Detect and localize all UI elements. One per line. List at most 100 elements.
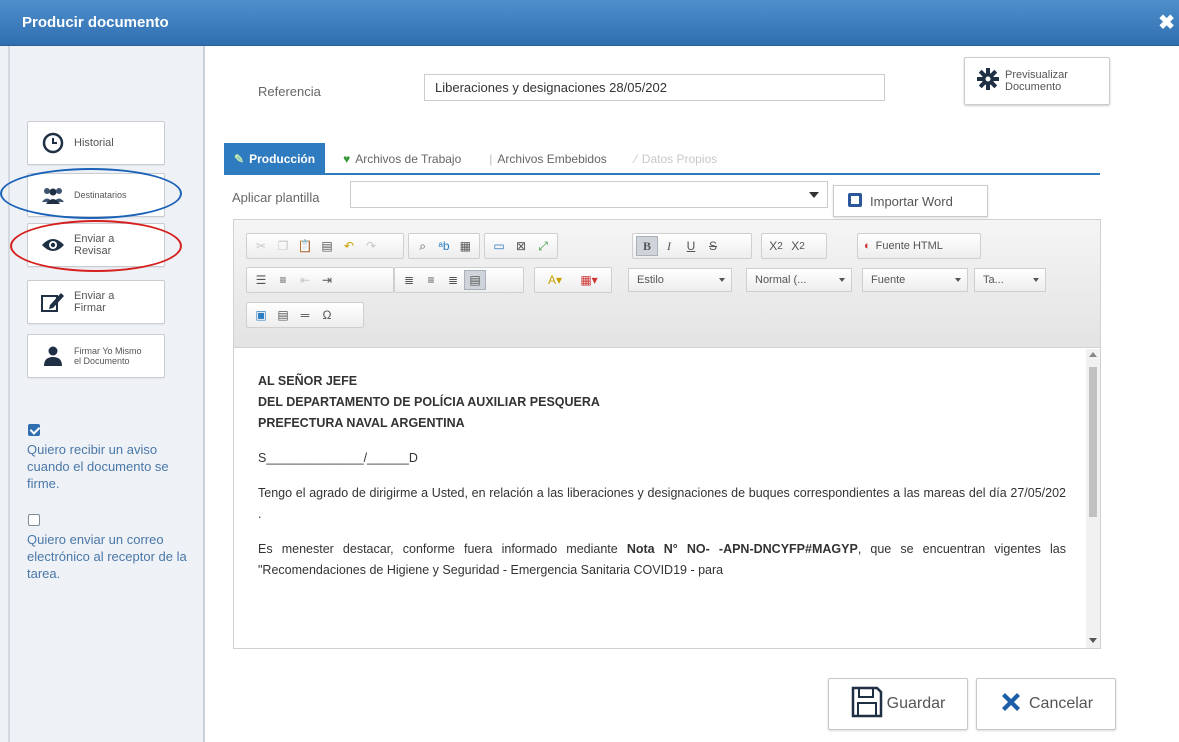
users-icon [38, 186, 68, 204]
align-group: ≣ ≡ ≣ ▤ [394, 267, 524, 293]
formato-select[interactable]: Normal (... [746, 268, 852, 292]
sidebar-item-label: Firmar Yo Mismo el Documento [74, 346, 142, 366]
cancel-button[interactable]: Cancelar [976, 678, 1116, 730]
table-icon[interactable]: ⊠ [510, 236, 532, 256]
tab-produccion[interactable]: ✎ Producción [224, 143, 326, 174]
underline-icon[interactable]: U [680, 236, 702, 256]
scroll-down-icon[interactable] [1089, 638, 1097, 643]
undo-icon[interactable]: ↶ [338, 236, 360, 256]
tamano-select[interactable]: Ta... [974, 268, 1046, 292]
numbered-list-icon[interactable]: ☰ [250, 270, 272, 290]
color-group: A▾ ▦▾ [534, 267, 612, 293]
doc-heading-2: DEL DEPARTAMENTO DE POLÍCIA AUXILIAR PES… [258, 395, 600, 409]
editor-scrollbar[interactable] [1086, 349, 1100, 648]
align-center-icon[interactable]: ≡ [420, 270, 442, 290]
plantilla-select[interactable] [350, 181, 828, 208]
strike-icon[interactable]: S [702, 236, 724, 256]
insert-image-icon[interactable]: ▣ [250, 305, 272, 325]
scroll-up-icon[interactable] [1089, 352, 1097, 357]
import-word-button[interactable]: Importar Word [833, 185, 988, 217]
plantilla-label: Aplicar plantilla [232, 190, 320, 205]
sidebar-item-label: Enviar a Revisar [74, 233, 115, 257]
scroll-thumb[interactable] [1089, 367, 1097, 517]
sidebar-item-label: Historial [74, 137, 114, 149]
notify-signed-label: Quiero recibir un aviso cuando el docume… [27, 442, 169, 491]
italic-icon[interactable]: I [658, 236, 680, 256]
script-group: X2 X2 [761, 233, 827, 259]
notify-signed-checkbox[interactable] [28, 424, 40, 436]
doc-paragraph-2: Es menester destacar, conforme fuera inf… [258, 542, 1066, 577]
referencia-input[interactable] [424, 74, 885, 101]
outdent-icon[interactable]: ⇤ [294, 270, 316, 290]
save-button[interactable]: Guardar [828, 678, 968, 730]
sidebar-item-enviar-firmar[interactable]: Enviar a Firmar [27, 280, 165, 324]
redo-icon[interactable]: ↷ [360, 236, 382, 256]
gear-icon [977, 67, 999, 95]
sidebar-item-enviar-revisar[interactable]: Enviar a Revisar [27, 223, 165, 267]
window-title: Producir documento [22, 14, 169, 31]
align-justify-icon[interactable]: ▤ [464, 270, 486, 290]
close-icon[interactable]: ✖ [1158, 10, 1175, 35]
tab-bar: ✎ Producción ♥ Archivos de Trabajo | Arc… [224, 143, 727, 174]
chevron-down-icon [955, 278, 961, 282]
align-right-icon[interactable]: ≣ [442, 270, 464, 290]
doc-ref-line: S______________/______D [258, 451, 418, 465]
tab-datos-propios[interactable]: ⁄ Datos Propios [625, 143, 727, 174]
image-icon[interactable]: ▭ [488, 236, 510, 256]
cut-icon[interactable]: ✂ [250, 236, 272, 256]
text-color-icon[interactable]: A▾ [538, 270, 572, 290]
clock-icon [38, 132, 68, 154]
referencia-label: Referencia [258, 84, 321, 99]
chevron-down-icon [1033, 278, 1039, 282]
horizontal-rule-icon[interactable]: ═ [294, 305, 316, 325]
rich-text-editor: ✂ ❐ 📋 ▤ ↶ ↷ ⌕ ᵃb ▦ ▭ ⊠ ⤢ B I U S X2 X2 ◐ [233, 219, 1101, 649]
subscript-icon[interactable]: X2 [765, 236, 787, 256]
select-all-icon[interactable]: ▦ [455, 236, 476, 256]
html-source-icon: ◐ [864, 240, 871, 252]
sidebar-item-label: Enviar a Firmar [74, 290, 115, 314]
leaf-icon: ✎ [234, 151, 245, 166]
email-receptor-checkbox[interactable] [28, 514, 40, 526]
find-icon[interactable]: ⌕ [412, 236, 433, 256]
tab-archivos-embebidos[interactable]: | Archivos Embebidos [479, 143, 617, 174]
sidebar-item-firmar-yo-mismo[interactable]: Firmar Yo Mismo el Documento [27, 334, 165, 378]
user-icon [38, 346, 68, 366]
tab-archivos-trabajo[interactable]: ♥ Archivos de Trabajo [333, 143, 471, 174]
special-char-icon[interactable]: Ω [316, 305, 338, 325]
maximize-icon[interactable]: ⤢ [532, 236, 554, 256]
superscript-icon[interactable]: X2 [787, 236, 809, 256]
document-body[interactable]: AL SEÑOR JEFE DEL DEPARTAMENTO DE POLÍCI… [234, 349, 1086, 648]
bullet-list-icon[interactable]: ≡ [272, 270, 294, 290]
misc-group: ▭ ⊠ ⤢ [484, 233, 558, 259]
pen-sign-icon [38, 291, 68, 313]
email-receptor-label: Quiero enviar un correo electrónico al r… [27, 532, 187, 581]
editor-toolbar: ✂ ❐ 📋 ▤ ↶ ↷ ⌕ ᵃb ▦ ▭ ⊠ ⤢ B I U S X2 X2 ◐ [234, 220, 1100, 348]
sidebar-item-historial[interactable]: Historial [27, 121, 165, 165]
paste-icon[interactable]: 📋 [294, 236, 316, 256]
format-group: B I U S [632, 233, 752, 259]
bold-icon[interactable]: B [636, 236, 658, 256]
source-html-button[interactable]: ◐ Fuente HTML [857, 233, 981, 259]
insert-group: ▣ ▤ ═ Ω [246, 302, 364, 328]
estilo-select[interactable]: Estilo [628, 268, 732, 292]
sidebar-item-destinatarios[interactable]: Destinatarios [27, 173, 165, 217]
copy-icon[interactable]: ❐ [272, 236, 294, 256]
eye-icon [38, 237, 68, 253]
preview-label: Previsualizar Documento [1005, 69, 1068, 93]
bg-color-icon[interactable]: ▦▾ [572, 270, 606, 290]
chevron-down-icon [839, 278, 845, 282]
sidebar-item-label: Destinatarios [74, 190, 127, 200]
insert-table-icon[interactable]: ▤ [272, 305, 294, 325]
paste-text-icon[interactable]: ▤ [316, 236, 338, 256]
indent-icon[interactable]: ⇥ [316, 270, 338, 290]
preview-document-button[interactable]: Previsualizar Documento [964, 57, 1110, 105]
align-left-icon[interactable]: ≣ [398, 270, 420, 290]
import-word-label: Importar Word [870, 193, 953, 209]
edit-icon: ⁄ [634, 151, 637, 166]
tab-underline [224, 173, 1100, 175]
attachment-icon: | [489, 151, 493, 166]
fuente-select[interactable]: Fuente [862, 268, 968, 292]
window-titlebar: Producir documento ✖ [0, 0, 1179, 46]
close-icon [999, 690, 1023, 719]
replace-icon[interactable]: ᵃb [433, 236, 454, 256]
